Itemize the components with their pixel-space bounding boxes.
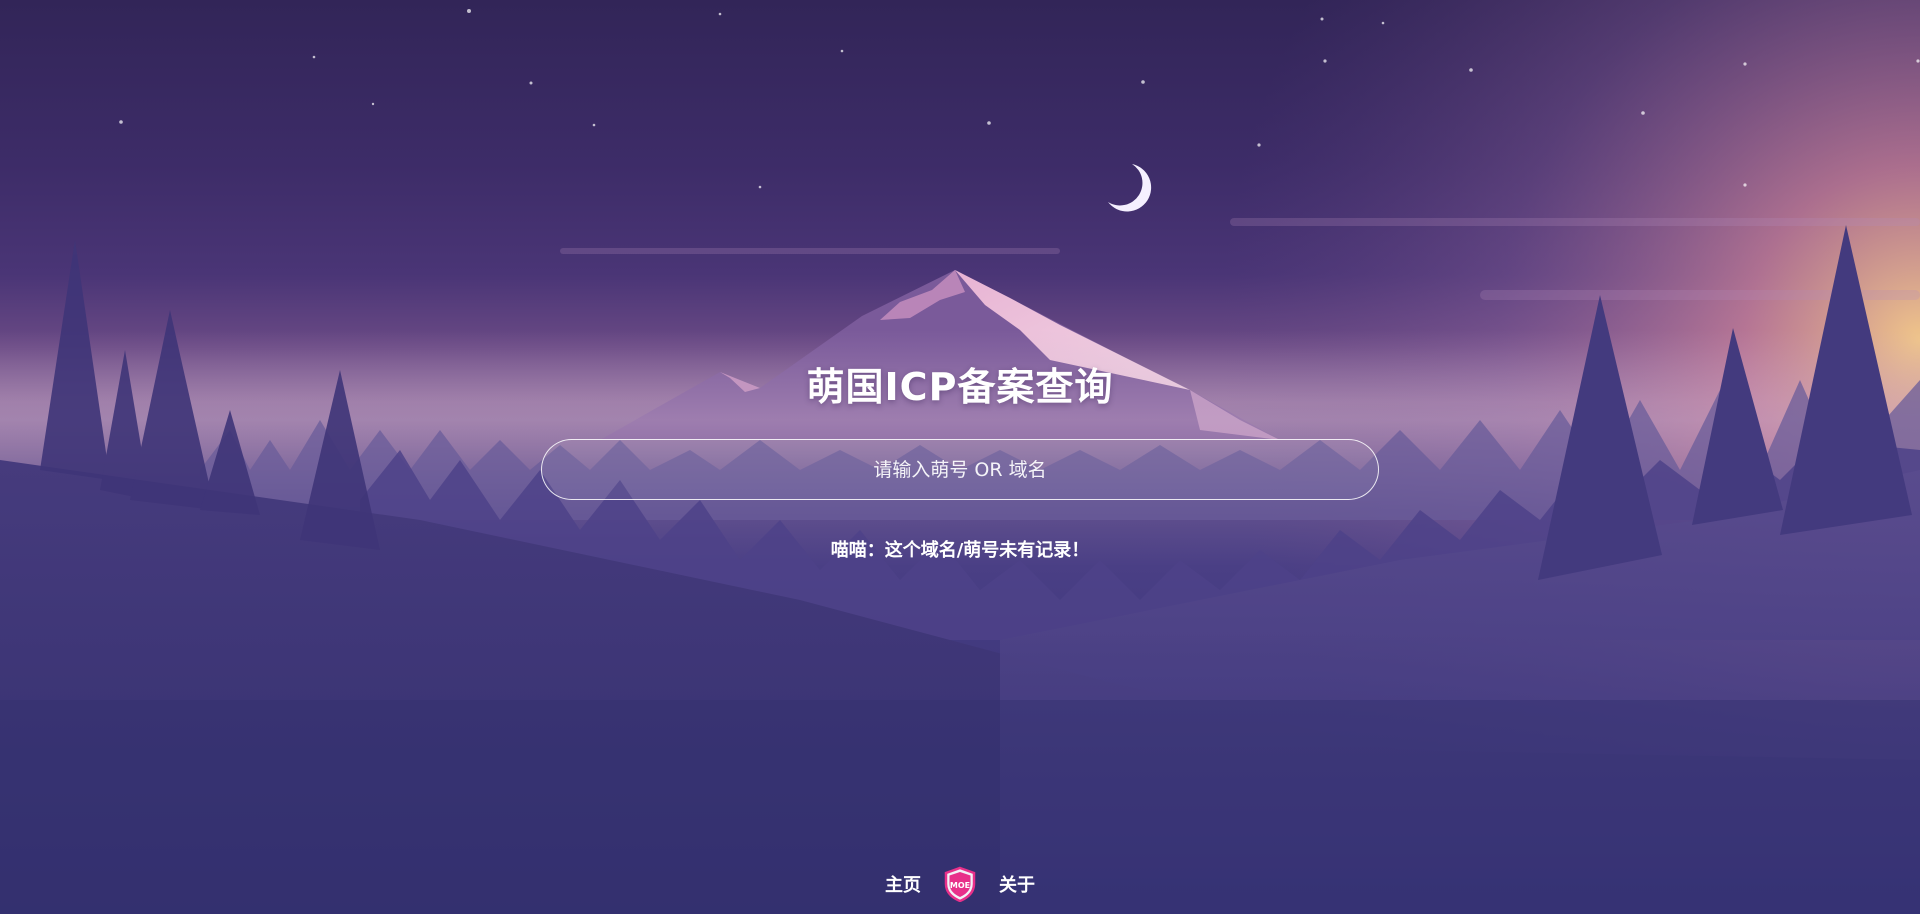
about-link[interactable]: 关于: [999, 871, 1035, 897]
moe-shield-logo-icon[interactable]: MOE: [943, 866, 977, 902]
logo-text: MOE: [950, 881, 970, 890]
main-content: 萌国ICP备案查询 喵喵：这个域名/萌号未有记录！ 主页 MOE 关于: [0, 0, 1920, 914]
result-message: 喵喵：这个域名/萌号未有记录！: [830, 540, 1090, 561]
home-link[interactable]: 主页: [885, 871, 921, 897]
footer-nav: 主页 MOE 关于: [0, 864, 1920, 904]
page: 萌国ICP备案查询 喵喵：这个域名/萌号未有记录！ 主页 MOE 关于: [0, 0, 1920, 914]
page-title: 萌国ICP备案查询: [806, 365, 1114, 409]
search-input[interactable]: [541, 439, 1379, 500]
